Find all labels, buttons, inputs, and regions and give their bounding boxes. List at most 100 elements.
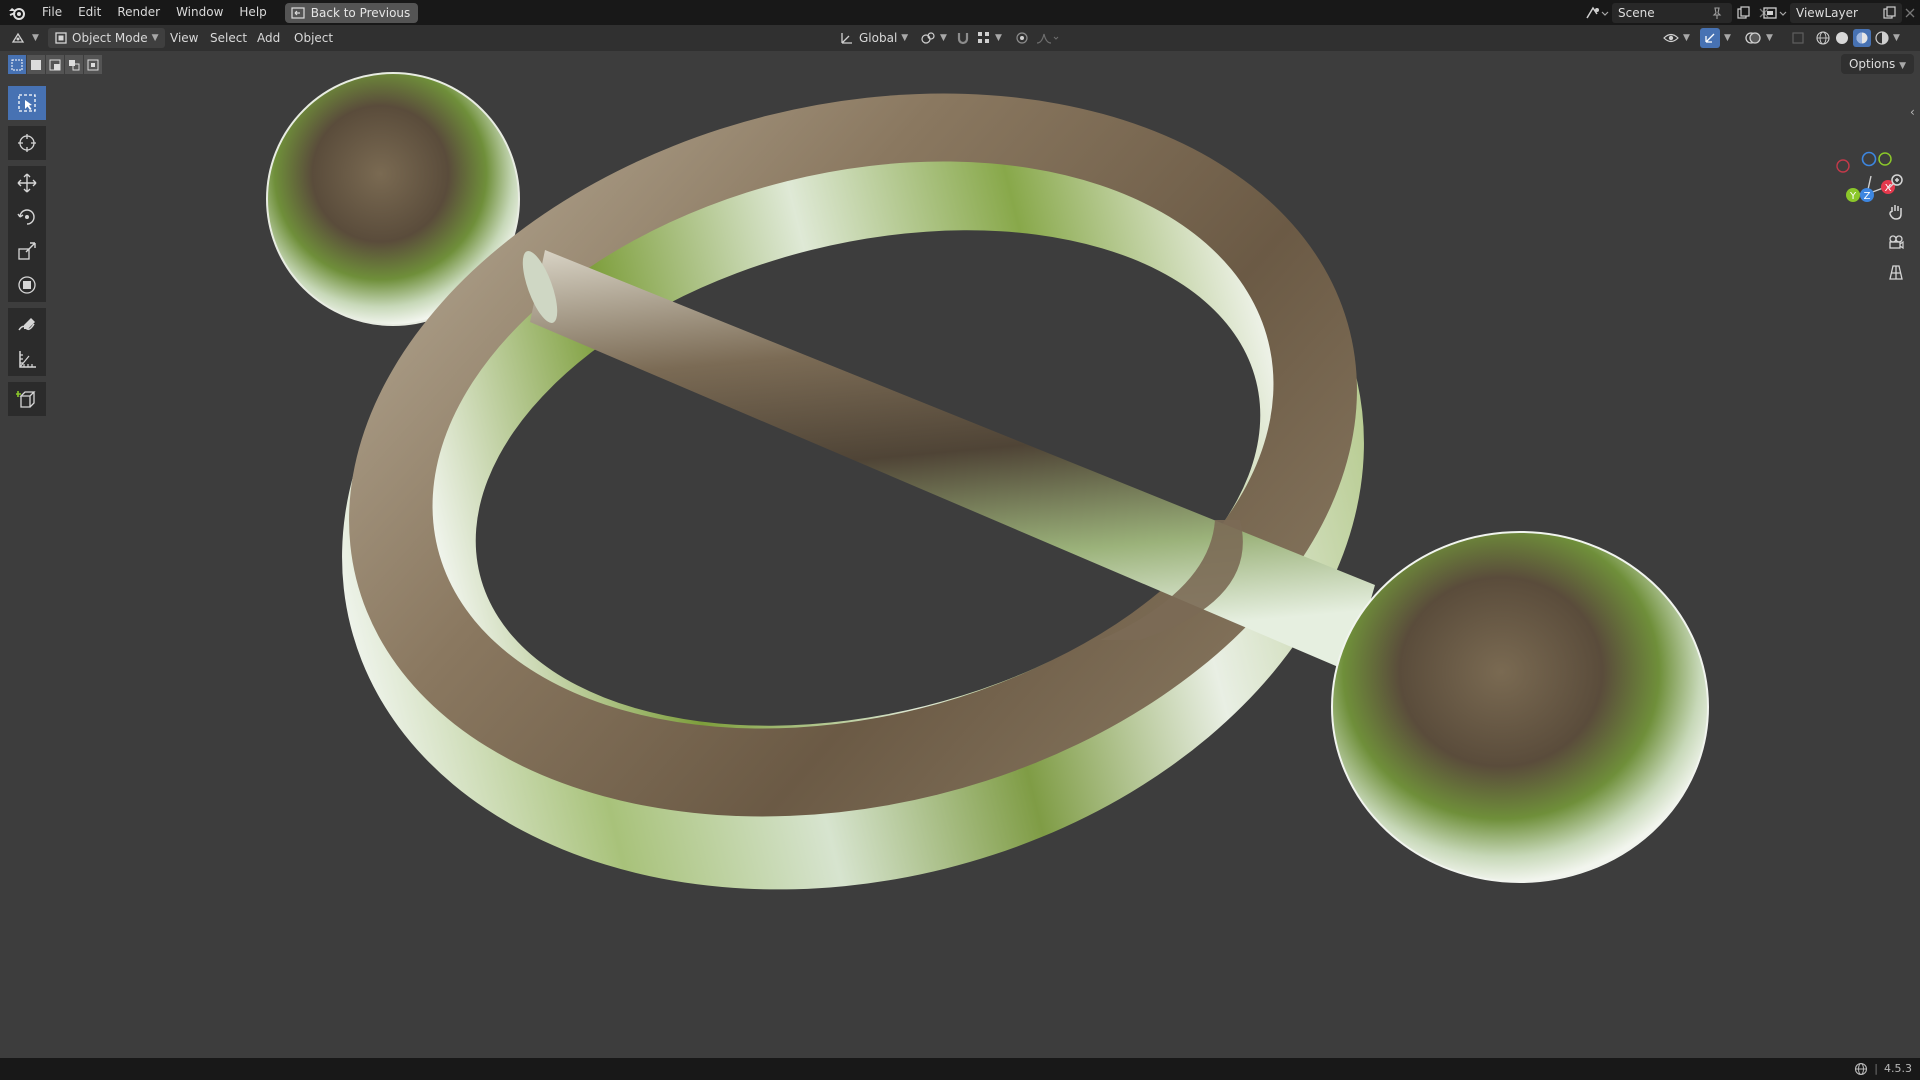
select-box-tool[interactable] <box>8 86 46 120</box>
scene-selector[interactable]: Scene <box>1584 0 1770 25</box>
new-view-layer-icon[interactable] <box>1882 5 1896 20</box>
transform-tool[interactable] <box>8 268 46 302</box>
back-to-previous-label: Back to Previous <box>310 5 411 20</box>
version-label: 4.5.3 <box>1884 1062 1912 1075</box>
delete-view-layer-icon[interactable] <box>1904 7 1916 19</box>
proportional-icon <box>1016 32 1028 44</box>
pin-icon[interactable] <box>1710 6 1724 20</box>
chevron-down-icon: ▼ <box>32 33 39 43</box>
pivot-icon <box>921 32 935 44</box>
snap-target-selector[interactable]: ▼ <box>977 28 1002 48</box>
back-to-previous-button[interactable]: Back to Previous <box>284 2 419 23</box>
tool-shelf <box>8 86 46 416</box>
wireframe-shading-icon[interactable] <box>1815 30 1831 46</box>
move-icon <box>17 173 37 193</box>
menu-view[interactable]: View <box>170 28 198 48</box>
menu-add[interactable]: Add <box>257 28 280 48</box>
measure-icon <box>19 351 36 368</box>
annotate-icon <box>18 318 35 331</box>
snap-toggle[interactable] <box>955 28 971 48</box>
overlays-icon <box>1745 32 1761 44</box>
falloff-selector[interactable] <box>1036 28 1060 48</box>
zoom-button[interactable] <box>1882 168 1910 196</box>
select-intersect-button[interactable] <box>84 55 102 74</box>
chevron-down-icon: ▼ <box>940 33 947 43</box>
select-subtract-button[interactable] <box>46 55 64 74</box>
menu-help[interactable]: Help <box>231 0 274 25</box>
magnet-icon <box>957 33 969 45</box>
chevron-down-icon: ▼ <box>1766 33 1773 43</box>
select-new-icon <box>11 59 23 70</box>
transform-orientation-selector[interactable]: Global ▼ <box>839 28 908 48</box>
orientation-label: Global <box>859 31 898 45</box>
rotate-tool[interactable] <box>8 200 46 234</box>
menu-render[interactable]: Render <box>109 0 168 25</box>
selection-mode-group <box>8 55 102 74</box>
3d-viewport-icon <box>11 32 25 43</box>
zoom-icon <box>1888 174 1903 189</box>
blender-logo-icon[interactable] <box>0 0 34 25</box>
gizmo-toggle[interactable]: ▼ <box>1700 28 1731 48</box>
object-visibility-selector[interactable]: ▼ <box>1663 28 1690 48</box>
pan-button[interactable] <box>1882 198 1910 226</box>
menu-select[interactable]: Select <box>210 28 247 48</box>
select-extend-icon <box>31 59 41 70</box>
select-box-icon <box>18 94 36 112</box>
mode-selector[interactable]: Object Mode ▼ <box>48 28 165 48</box>
version-info: | 4.5.3 <box>1854 1058 1912 1080</box>
sidebar-toggle-icon[interactable]: ‹ <box>1910 105 1915 119</box>
select-new-button[interactable] <box>8 55 26 74</box>
menu-edit[interactable]: Edit <box>70 0 109 25</box>
proportional-editing-toggle[interactable] <box>1014 28 1030 48</box>
measure-tool[interactable] <box>8 342 46 376</box>
solid-shading-icon[interactable] <box>1834 30 1850 46</box>
select-extend-button[interactable] <box>27 55 45 74</box>
menu-window[interactable]: Window <box>168 0 231 25</box>
status-bar: | 4.5.3 <box>0 1058 1920 1080</box>
viewport-header: ▼ Object Mode ▼ View Select Add Object G… <box>0 25 1920 51</box>
eye-icon <box>1663 33 1679 43</box>
overlays-toggle[interactable]: ▼ <box>1744 28 1773 48</box>
menu-file[interactable]: File <box>34 0 70 25</box>
mode-label: Object Mode <box>72 31 148 45</box>
new-scene-icon[interactable] <box>1736 5 1750 20</box>
pivot-point-selector[interactable]: ▼ <box>920 28 947 48</box>
view-layer-selector[interactable]: ViewLayer <box>1762 0 1916 25</box>
chevron-down-icon: ▼ <box>1724 33 1731 43</box>
chevron-down-icon: ▼ <box>995 33 1002 43</box>
select-invert-icon <box>69 59 80 70</box>
editor-type-selector[interactable]: ▼ <box>10 28 39 48</box>
cursor-icon <box>18 134 36 152</box>
svg-text:Z: Z <box>1864 191 1871 202</box>
chevron-down-icon: ▼ <box>1899 61 1906 71</box>
options-dropdown[interactable]: Options ▼ <box>1840 54 1914 74</box>
add-cube-tool[interactable] <box>8 382 46 416</box>
add-cube-icon <box>16 391 36 408</box>
object-mode-icon <box>55 32 67 44</box>
viewport-render <box>266 72 1709 890</box>
xray-toggle[interactable] <box>1791 28 1805 48</box>
select-subtract-icon <box>49 59 61 70</box>
chevron-down-icon[interactable]: ▼ <box>1893 28 1900 48</box>
cursor-tool[interactable] <box>8 126 46 160</box>
select-intersect-icon <box>87 59 99 70</box>
svg-text:Y: Y <box>1849 191 1857 202</box>
top-bar: File Edit Render Window Help Back to Pre… <box>0 0 1920 25</box>
snap-grid-icon <box>978 32 989 43</box>
rendered-shading-icon[interactable] <box>1874 30 1890 46</box>
scale-tool[interactable] <box>8 234 46 268</box>
scale-icon <box>18 242 36 260</box>
hand-icon <box>1889 205 1902 220</box>
camera-view-button[interactable] <box>1882 228 1910 256</box>
menu-object[interactable]: Object <box>294 28 333 48</box>
3d-viewport[interactable]: X Y Z ‹ <box>0 51 1920 1058</box>
scene-icon <box>1586 6 1609 18</box>
select-invert-button[interactable] <box>65 55 83 74</box>
move-tool[interactable] <box>8 166 46 200</box>
orientation-icon <box>841 33 852 44</box>
perspective-toggle-button[interactable] <box>1882 258 1910 286</box>
chevron-down-icon: ▼ <box>151 33 159 43</box>
material-preview-shading-icon[interactable] <box>1853 29 1871 47</box>
annotate-tool[interactable] <box>8 308 46 342</box>
rotate-icon <box>17 209 35 225</box>
